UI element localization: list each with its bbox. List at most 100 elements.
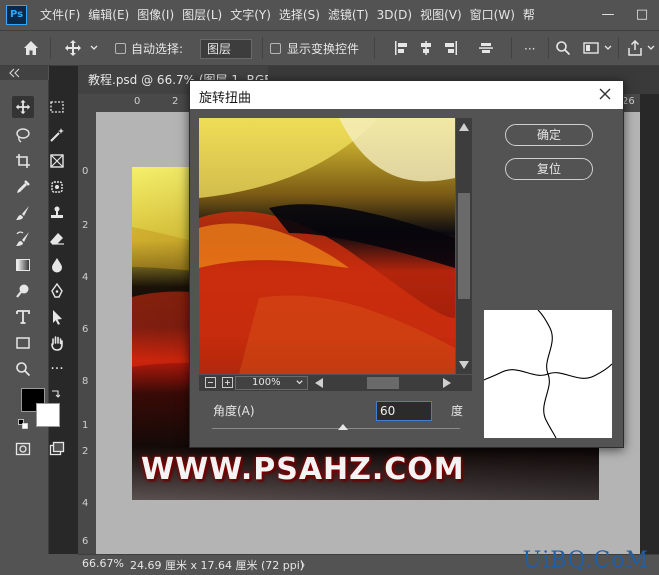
align-center-icon[interactable] <box>418 40 434 59</box>
align-left-icon[interactable] <box>393 40 409 59</box>
ruler-v-label: 6 <box>82 536 89 547</box>
history-brush-tool-icon[interactable] <box>12 228 34 250</box>
zoom-tool-icon[interactable] <box>12 358 34 380</box>
screen-mode-icon[interactable] <box>46 438 68 460</box>
share-chevron-down-icon[interactable] <box>646 42 656 56</box>
menu-type[interactable]: 文字(Y) <box>228 0 277 30</box>
divider <box>262 37 263 59</box>
pen-tool-icon[interactable] <box>46 280 68 302</box>
path-selection-tool-icon[interactable] <box>46 306 68 328</box>
menu-window[interactable]: 窗口(W) <box>468 0 521 30</box>
angle-input[interactable] <box>376 401 432 421</box>
scroll-left-icon[interactable] <box>313 377 325 392</box>
menu-view[interactable]: 视图(V) <box>418 0 468 30</box>
status-zoom[interactable]: 66.67% <box>82 557 124 570</box>
site-logo: UiBQ.CoM <box>522 548 649 573</box>
hand-tool-icon[interactable] <box>46 332 68 354</box>
menu-file[interactable]: 文件(F) <box>38 0 86 30</box>
quick-mask-icon[interactable] <box>12 438 34 460</box>
more-options-icon[interactable]: ··· <box>524 42 535 56</box>
zoom-out-icon[interactable] <box>205 377 216 388</box>
frame-tool-icon[interactable] <box>46 150 68 172</box>
ruler-v-label: 1 <box>82 420 89 431</box>
menu-image[interactable]: 图像(I) <box>135 0 180 30</box>
spot-healing-tool-icon[interactable] <box>46 176 68 198</box>
collapse-chevrons-icon[interactable] <box>8 67 20 81</box>
minimize-button[interactable]: — <box>591 0 625 30</box>
reset-button[interactable]: 复位 <box>505 158 593 180</box>
background-color-swatch[interactable] <box>36 403 60 427</box>
angle-slider-track[interactable] <box>212 428 460 429</box>
preview-zoom-value: 100% <box>252 377 281 388</box>
status-document-info: 24.69 厘米 x 17.64 厘米 (72 ppi) <box>130 559 305 572</box>
auto-select-label: 自动选择: <box>131 42 184 56</box>
menu-filter[interactable]: 滤镜(T) <box>326 0 375 30</box>
ruler-v-label: 0 <box>82 166 89 177</box>
move-tool-icon[interactable] <box>64 39 82 60</box>
eraser-tool-icon[interactable] <box>46 228 68 250</box>
divider <box>618 37 619 59</box>
stamp-tool-icon[interactable] <box>46 202 68 224</box>
restore-button[interactable]: □ <box>625 0 659 30</box>
lasso-tool-icon[interactable] <box>12 124 34 146</box>
preview-zoom-dropdown[interactable]: 100% <box>235 376 308 390</box>
divider <box>511 37 512 59</box>
eyedropper-tool-icon[interactable] <box>12 176 34 198</box>
more-tools-icon[interactable]: ··· <box>46 358 68 380</box>
blur-tool-icon[interactable] <box>46 254 68 276</box>
tools-panel: ··· <box>0 80 65 554</box>
rectangle-tool-icon[interactable] <box>12 332 34 354</box>
menu-3d[interactable]: 3D(D) <box>375 0 418 30</box>
search-icon[interactable] <box>555 40 571 59</box>
ok-button[interactable]: 确定 <box>505 124 593 146</box>
crop-tool-icon[interactable] <box>12 150 34 172</box>
ruler-h-label: 2 <box>172 96 179 107</box>
magic-wand-tool-icon[interactable] <box>46 124 68 146</box>
scroll-up-icon[interactable] <box>458 121 470 136</box>
brush-tool-icon[interactable] <box>12 202 34 224</box>
workspace-chevron-down-icon[interactable] <box>603 42 613 56</box>
angle-slider-thumb[interactable] <box>338 424 349 430</box>
marquee-tool-icon[interactable] <box>46 96 68 118</box>
status-menu-chevron-icon[interactable]: 〉 <box>300 557 311 573</box>
swap-colors-icon[interactable] <box>51 387 61 401</box>
dodge-tool-icon[interactable] <box>12 280 34 302</box>
share-icon[interactable] <box>627 39 643 59</box>
menu-edit[interactable]: 编辑(E) <box>86 0 135 30</box>
scroll-right-icon[interactable] <box>441 377 453 392</box>
preview-horizontal-scroll-thumb[interactable] <box>367 377 399 389</box>
menu-help[interactable]: 帮 <box>521 0 541 30</box>
zoom-in-icon[interactable] <box>222 377 233 388</box>
workspace-icon[interactable] <box>583 40 599 59</box>
gradient-tool-icon[interactable] <box>12 254 34 276</box>
align-right-icon[interactable] <box>443 40 459 59</box>
menu-layer[interactable]: 图层(L) <box>180 0 228 30</box>
dialog-title: 旋转扭曲 <box>199 91 252 106</box>
show-transform-checkbox[interactable] <box>270 43 281 54</box>
filter-preview[interactable] <box>199 118 455 374</box>
tools-collapse-bar[interactable] <box>0 66 48 80</box>
photoshop-logo-icon[interactable]: Ps <box>6 5 27 25</box>
twirl-curves <box>483 309 613 439</box>
scroll-down-icon[interactable] <box>458 359 470 374</box>
auto-select-checkbox[interactable] <box>115 43 126 54</box>
auto-select-target-dropdown[interactable]: 图层 <box>200 39 252 59</box>
chevron-down-icon[interactable] <box>89 42 99 56</box>
menu-items: 文件(F) 编辑(E) 图像(I) 图层(L) 文字(Y) 选择(S) 滤镜(T… <box>38 0 541 30</box>
window-controls: — □ <box>591 0 659 30</box>
twirl-dialog: 旋转扭曲 100% 确定 复位 角度(A) 60 度 <box>189 80 624 448</box>
preview-vertical-scroll-thumb[interactable] <box>458 193 470 299</box>
home-icon[interactable] <box>22 39 40 60</box>
menu-select[interactable]: 选择(S) <box>277 0 326 30</box>
ruler-v-label: 8 <box>82 376 89 387</box>
default-colors-icon[interactable] <box>18 418 28 432</box>
divider <box>50 37 51 59</box>
options-bar: 自动选择: 图层 显示变换控件 ··· <box>0 30 659 66</box>
align-vertical-center-icon[interactable] <box>478 40 494 59</box>
ruler-v-label: 6 <box>82 324 89 335</box>
move-tool-icon[interactable] <box>12 96 34 118</box>
type-tool-icon[interactable] <box>12 306 34 328</box>
close-icon[interactable] <box>595 84 615 104</box>
dialog-titlebar[interactable]: 旋转扭曲 <box>190 81 623 109</box>
watermark-text: WWW.PSAHZ.COM <box>141 452 465 487</box>
